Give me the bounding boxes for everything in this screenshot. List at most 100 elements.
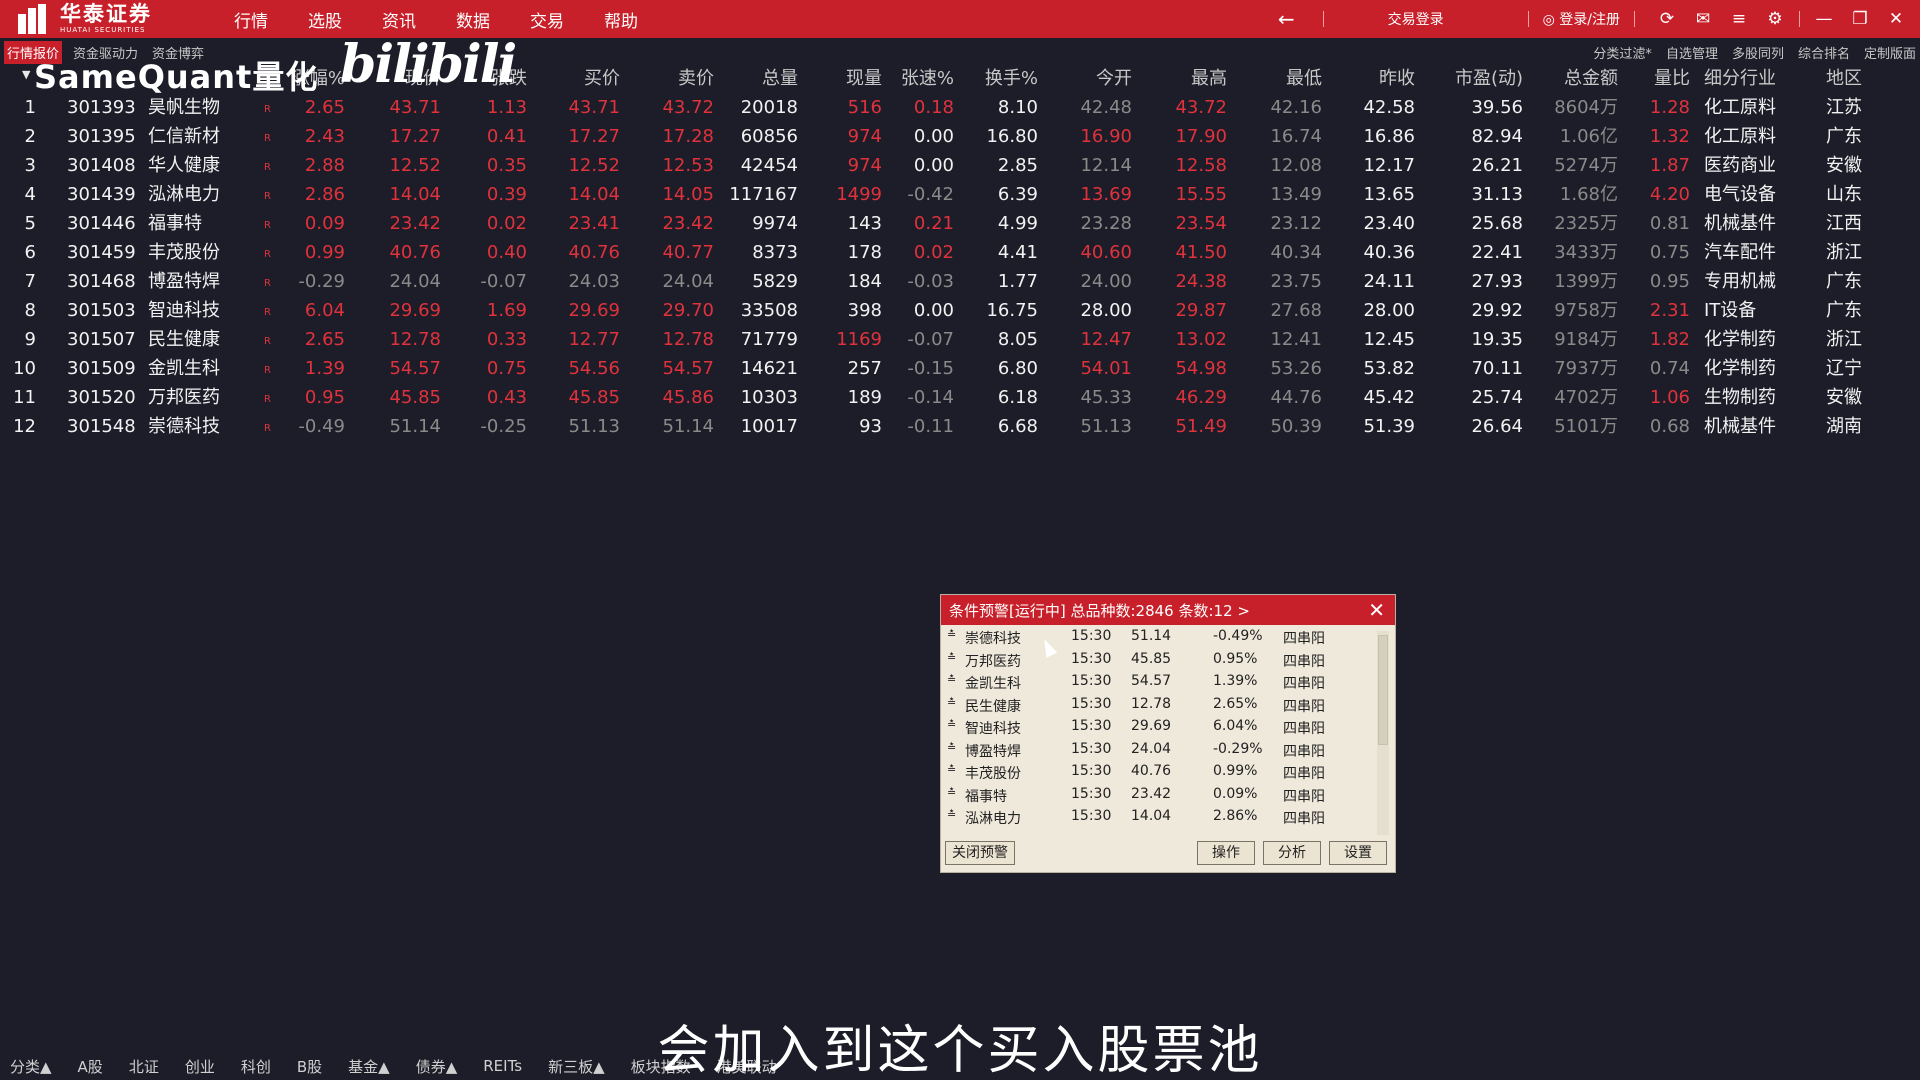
stock-code[interactable]: 301459 <box>67 238 136 267</box>
stock-code[interactable]: 301395 <box>67 122 136 151</box>
mail-icon[interactable]: ✉ <box>1685 9 1721 29</box>
tab-watchlist-manage[interactable]: 自选管理 <box>1666 43 1718 62</box>
stock-code[interactable]: 301507 <box>67 325 136 354</box>
column-header-low[interactable]: 最低 <box>1232 64 1322 93</box>
stock-name[interactable]: 智迪科技 <box>148 296 220 325</box>
refresh-icon[interactable]: ⟳ <box>1649 9 1685 29</box>
restore-icon[interactable]: ❐ <box>1842 9 1878 29</box>
alert-close-icon[interactable]: ✕ <box>1368 598 1385 622</box>
menu-stock-picker[interactable]: 选股 <box>308 7 342 32</box>
column-header-ask[interactable]: 卖价 <box>624 64 714 93</box>
menu-quotes[interactable]: 行情 <box>234 7 268 32</box>
alert-list-item[interactable]: ≛ 崇德科技 15:30 51.14 -0.49% 四串阳 <box>941 625 1377 648</box>
alert-star-icon: ≛ <box>947 808 957 821</box>
column-header-prev-close[interactable]: 昨收 <box>1325 64 1415 93</box>
alert-list-item[interactable]: ≛ 泓淋电力 15:30 14.04 2.86% 四串阳 <box>941 805 1377 828</box>
column-header-industry[interactable]: 细分行业 <box>1704 64 1776 93</box>
operate-button[interactable]: 操作 <box>1197 841 1255 865</box>
column-header-open[interactable]: 今开 <box>1042 64 1132 93</box>
alert-price: 54.57 <box>1131 673 1172 689</box>
stock-name[interactable]: 金凯生科 <box>148 354 220 383</box>
cell-region: 江西 <box>1826 213 1862 234</box>
user-login-button[interactable]: ◎ 登录/注册 <box>1543 9 1620 29</box>
stock-name[interactable]: 崇德科技 <box>148 412 220 441</box>
quote-table: 涨幅% 现价 张跌 买价 卖价 总量 现量 张速% 换手% 今开 最高 最低 昨收 市盈(动) 总金额 量比细… <box>0 64 1920 441</box>
alert-list-item[interactable]: ≛ 博盈特焊 15:30 24.04 -0.29% 四串阳 <box>941 738 1377 761</box>
column-header-vol-ratio[interactable]: 量比 <box>1600 64 1690 93</box>
stock-code[interactable]: 301408 <box>67 151 136 180</box>
menu-data[interactable]: 数据 <box>456 7 490 32</box>
cell-pe: 26.21 <box>1471 155 1523 176</box>
table-row[interactable]: 4 301439 泓淋电力 R 2.86 14.04 0.39 14.04 14.05 11716… <box>0 180 1920 209</box>
back-arrow-icon[interactable]: ← <box>1278 7 1295 31</box>
divider <box>1634 11 1635 27</box>
stock-name[interactable]: 华人健康 <box>148 151 220 180</box>
cell-open: 51.13 <box>1080 416 1132 437</box>
table-row[interactable]: 11 301520 万邦医药 R 0.95 45.85 0.43 45.85 45.86 1030… <box>0 383 1920 412</box>
table-row[interactable]: 7 301468 博盈特焊 R -0.29 24.04 -0.07 24.03 24.04 582… <box>0 267 1920 296</box>
trade-login-button[interactable]: 交易登录 <box>1388 9 1444 29</box>
table-row[interactable]: 10 301509 金凯生科 R 1.39 54.57 0.75 54.56 54.57 1462… <box>0 354 1920 383</box>
cell-prev-close: 23.40 <box>1363 213 1415 234</box>
table-row[interactable]: 5 301446 福事特 R 0.09 23.42 0.02 23.41 23.42 9974 14… <box>0 209 1920 238</box>
column-header-speed[interactable]: 张速% <box>864 64 954 93</box>
cell-prev-close: 53.82 <box>1363 358 1415 379</box>
alert-list-item[interactable]: ≛ 福事特 15:30 23.42 0.09% 四串阳 <box>941 783 1377 806</box>
cell-volume-ratio: 4.20 <box>1649 184 1690 205</box>
stock-name[interactable]: 泓淋电力 <box>148 180 220 209</box>
tab-category-filter[interactable]: 分类过滤* <box>1593 43 1652 62</box>
menu-help[interactable]: 帮助 <box>604 7 638 32</box>
close-icon[interactable]: ✕ <box>1878 9 1914 29</box>
stock-name[interactable]: 万邦医药 <box>148 383 220 412</box>
settings-button[interactable]: 设置 <box>1329 841 1387 865</box>
stock-code[interactable]: 301520 <box>67 383 136 412</box>
stock-name[interactable]: 福事特 <box>148 209 202 238</box>
alert-title-bar[interactable]: 条件预警[运行中] 总品种数:2846 条数:12 > ✕ <box>941 595 1395 625</box>
column-header-vol[interactable]: 总量 <box>708 64 798 93</box>
stock-code[interactable]: 301468 <box>67 267 136 296</box>
column-header-turnover[interactable]: 换手% <box>948 64 1038 93</box>
close-alert-button[interactable]: 关闭预警 <box>945 841 1015 865</box>
minimize-icon[interactable]: — <box>1806 9 1842 29</box>
column-header-high[interactable]: 最高 <box>1137 64 1227 93</box>
alert-scrollbar[interactable] <box>1377 631 1389 835</box>
scroll-thumb[interactable] <box>1378 635 1388 745</box>
stock-name[interactable]: 仁信新材 <box>148 122 220 151</box>
analyze-button[interactable]: 分析 <box>1263 841 1321 865</box>
gear-icon[interactable]: ⚙ <box>1757 9 1793 29</box>
tab-custom-layout[interactable]: 定制版面 <box>1864 43 1916 62</box>
menu-trade[interactable]: 交易 <box>530 7 564 32</box>
tab-ranking[interactable]: 综合排名 <box>1798 43 1850 62</box>
stock-name[interactable]: 民生健康 <box>148 325 220 354</box>
stock-name[interactable]: 丰茂股份 <box>148 238 220 267</box>
column-header-pe[interactable]: 市盈(动) <box>1433 64 1523 93</box>
stock-code[interactable]: 301439 <box>67 180 136 209</box>
cell-industry: 生物制药 <box>1704 387 1776 408</box>
column-header-region[interactable]: 地区 <box>1826 64 1862 93</box>
alert-list-item[interactable]: ≛ 丰茂股份 15:30 40.76 0.99% 四串阳 <box>941 760 1377 783</box>
alert-list-item[interactable]: ≛ 万邦医药 15:30 45.85 0.95% 四串阳 <box>941 648 1377 671</box>
stock-code[interactable]: 301503 <box>67 296 136 325</box>
table-row[interactable]: 6 301459 丰茂股份 R 0.99 40.76 0.40 40.76 40.77 8373 1… <box>0 238 1920 267</box>
table-row[interactable]: 12 301548 崇德科技 R -0.49 51.14 -0.25 51.13 51.14 10… <box>0 412 1920 441</box>
cell-volume-ratio: 1.06 <box>1649 387 1690 408</box>
sort-desc-icon[interactable]: ▼ <box>22 68 30 81</box>
cell-open: 54.01 <box>1080 358 1132 379</box>
table-row[interactable]: 8 301503 智迪科技 R 6.04 29.69 1.69 29.69 29.70 33508… <box>0 296 1920 325</box>
cell-region: 安徽 <box>1826 387 1862 408</box>
menu-icon[interactable]: ≡ <box>1721 9 1757 29</box>
table-row[interactable]: 3 301408 华人健康 R 2.88 12.52 0.35 12.52 12.53 42454… <box>0 151 1920 180</box>
column-header-bid[interactable]: 买价 <box>530 64 620 93</box>
menu-news[interactable]: 资讯 <box>382 7 416 32</box>
stock-name[interactable]: 博盈特焊 <box>148 267 220 296</box>
stock-code[interactable]: 301446 <box>67 209 136 238</box>
alert-list-item[interactable]: ≛ 民生健康 15:30 12.78 2.65% 四串阳 <box>941 693 1377 716</box>
table-row[interactable]: 2 301395 仁信新材 R 2.43 17.27 0.41 17.27 17.28 60856… <box>0 122 1920 151</box>
alert-list-item[interactable]: ≛ 金凯生科 15:30 54.57 1.39% 四串阳 <box>941 670 1377 693</box>
alert-list-item[interactable]: ≛ 智迪科技 15:30 29.69 6.04% 四串阳 <box>941 715 1377 738</box>
stock-code[interactable]: 301509 <box>67 354 136 383</box>
tab-multi-stock[interactable]: 多股同列 <box>1732 43 1784 62</box>
stock-code[interactable]: 301548 <box>67 412 136 441</box>
alert-signal: 四串阳 <box>1283 698 1325 715</box>
table-row[interactable]: 9 301507 民生健康 R 2.65 12.78 0.33 12.77 12.78 71779… <box>0 325 1920 354</box>
